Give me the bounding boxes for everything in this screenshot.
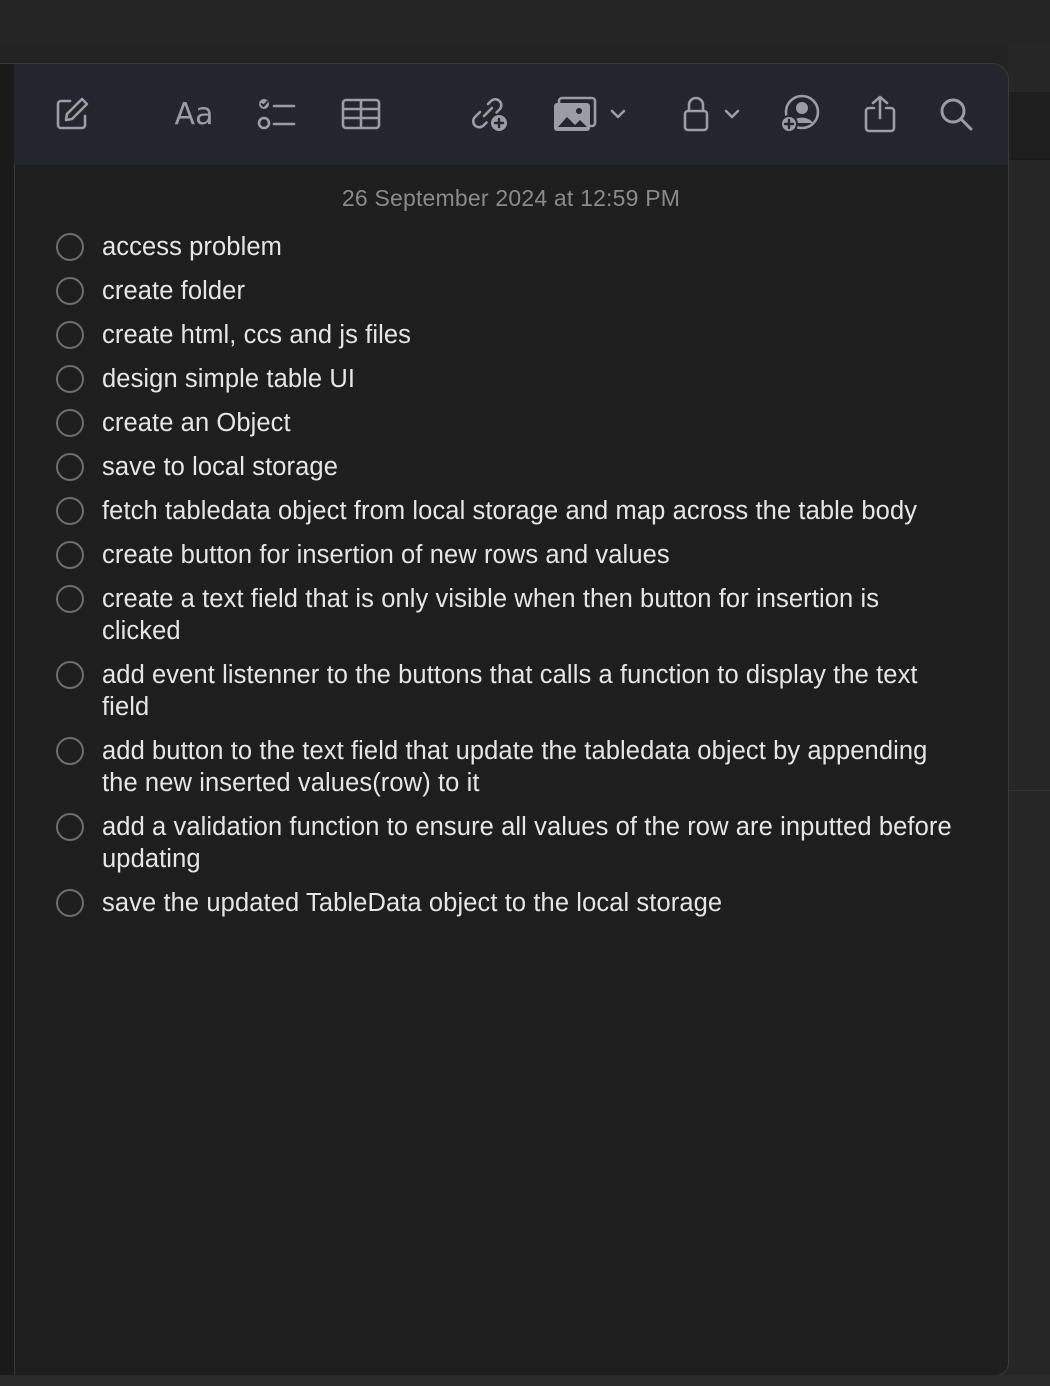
checkbox[interactable] — [56, 661, 84, 689]
checklist-item: access problem — [56, 231, 956, 263]
chevron-down-icon — [610, 109, 626, 119]
checklist-item: create a text field that is only visible… — [56, 583, 956, 647]
checklist-icon[interactable] — [254, 90, 300, 138]
checklist-item-text[interactable]: fetch tabledata object from local storag… — [102, 495, 917, 527]
checklist-item: create html, ccs and js files — [56, 319, 956, 351]
checklist-item: create folder — [56, 275, 956, 307]
checkbox[interactable] — [56, 233, 84, 261]
divider — [1008, 790, 1050, 791]
background-panel — [1008, 92, 1050, 158]
checkbox[interactable] — [56, 321, 84, 349]
sidebar-edge — [0, 64, 15, 1375]
checklist-item: add button to the text field that update… — [56, 735, 956, 799]
link-add-icon[interactable] — [466, 90, 512, 138]
lock-icon[interactable] — [682, 90, 746, 138]
checkbox[interactable] — [56, 813, 84, 841]
background-window-titlebar — [0, 0, 1050, 44]
checkbox[interactable] — [56, 541, 84, 569]
media-icon[interactable] — [552, 90, 632, 138]
divider — [1008, 158, 1050, 160]
checklist-item-text[interactable]: create an Object — [102, 407, 291, 439]
checklist-item-text[interactable]: access problem — [102, 231, 282, 263]
note-timestamp: 26 September 2024 at 12:59 PM — [341, 185, 681, 211]
toolbar: Aa — [14, 64, 1008, 165]
checkbox[interactable] — [56, 737, 84, 765]
collaborate-icon[interactable] — [778, 90, 824, 138]
search-icon[interactable] — [934, 90, 978, 138]
checklist-item: create an Object — [56, 407, 956, 439]
checkbox[interactable] — [56, 409, 84, 437]
format-icon-label: Aa — [174, 96, 214, 132]
notes-window: Aa 26 September 2024 at 12:59 PM access … — [0, 64, 1008, 1375]
compose-icon[interactable] — [50, 90, 94, 138]
checklist-item-text[interactable]: create html, ccs and js files — [102, 319, 411, 351]
checklist-item-text[interactable]: create button for insertion of new rows … — [102, 539, 670, 571]
checklist-item: add event listenner to the buttons that … — [56, 659, 956, 723]
checkbox[interactable] — [56, 889, 84, 917]
checklist-item: add a validation function to ensure all … — [56, 811, 956, 875]
note-body[interactable]: 26 September 2024 at 12:59 PM access pro… — [14, 165, 1008, 1375]
checklist-item: create button for insertion of new rows … — [56, 539, 956, 571]
checkbox[interactable] — [56, 585, 84, 613]
checklist-item: save the updated TableData object to the… — [56, 887, 956, 919]
checklist-item-text[interactable]: add button to the text field that update… — [102, 735, 956, 799]
checklist-item: save to local storage — [56, 451, 956, 483]
checklist-item-text[interactable]: add a validation function to ensure all … — [102, 811, 956, 875]
checklist-item: design simple table UI — [56, 363, 956, 395]
checklist-item: fetch tabledata object from local storag… — [56, 495, 956, 527]
bottom-edge — [0, 1375, 1050, 1386]
checklist-item-text[interactable]: save to local storage — [102, 451, 338, 483]
checklist: access problem create folder create html… — [56, 231, 956, 931]
checkbox[interactable] — [56, 497, 84, 525]
format-icon[interactable]: Aa — [170, 90, 218, 138]
background-window-edge — [1008, 44, 1050, 1386]
checklist-item-text[interactable]: design simple table UI — [102, 363, 355, 395]
checkbox[interactable] — [56, 453, 84, 481]
checkbox[interactable] — [56, 277, 84, 305]
checklist-item-text[interactable]: create a text field that is only visible… — [102, 583, 956, 647]
table-icon[interactable] — [338, 90, 384, 138]
checklist-item-text[interactable]: create folder — [102, 275, 245, 307]
checklist-item-text[interactable]: save the updated TableData object to the… — [102, 887, 722, 919]
chevron-down-icon — [724, 109, 740, 119]
checkbox[interactable] — [56, 365, 84, 393]
share-icon[interactable] — [858, 90, 902, 138]
checklist-item-text[interactable]: add event listenner to the buttons that … — [102, 659, 956, 723]
